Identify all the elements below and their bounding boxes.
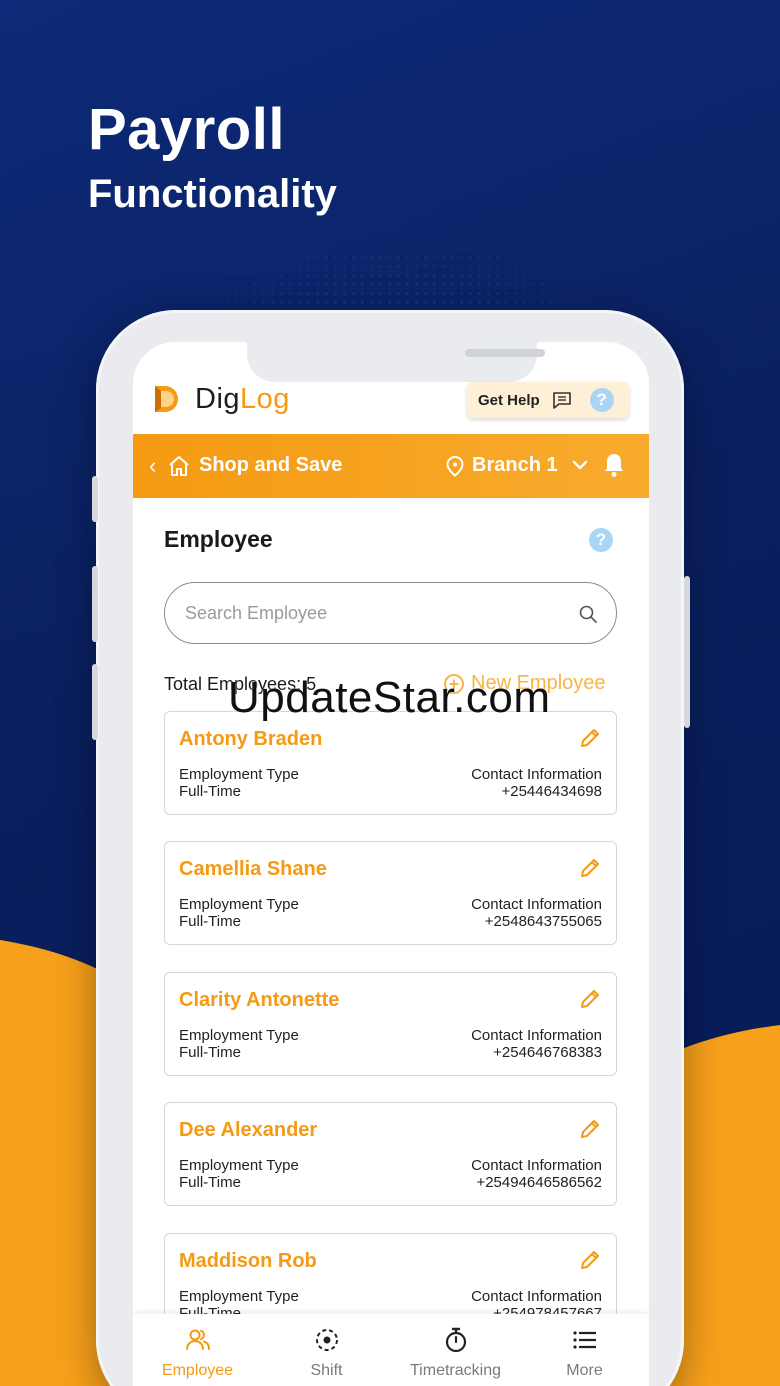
tab-shift[interactable]: Shift (262, 1314, 391, 1386)
help-question-icon: ? (589, 388, 614, 412)
tab-label: Shift (310, 1362, 343, 1379)
search-bar (164, 582, 617, 644)
phone-notch (247, 342, 545, 382)
chat-icon (552, 392, 571, 409)
notification-bell-icon[interactable] (602, 452, 626, 478)
contact-info-label: Contact Information (471, 766, 602, 783)
edit-pencil-icon[interactable] (578, 1248, 602, 1272)
employee-name[interactable]: Maddison Rob (179, 1250, 317, 1273)
contact-phone: +2548643755065 (484, 913, 602, 930)
employee-name[interactable]: Clarity Antonette (179, 989, 339, 1012)
chevron-down-icon[interactable] (571, 456, 589, 474)
search-icon[interactable] (578, 604, 598, 624)
tab-label: Timetracking (410, 1362, 501, 1379)
stopwatch-icon (445, 1327, 466, 1353)
edit-pencil-icon[interactable] (578, 726, 602, 750)
bottom-tab-bar: Employee Shift Timetracking More (133, 1314, 649, 1386)
tab-employee[interactable]: Employee (133, 1314, 262, 1386)
employment-type-value: Full-Time (179, 913, 241, 930)
watermark-text: UpdateStar.com (228, 673, 551, 722)
logo-icon (155, 386, 178, 412)
edit-pencil-icon[interactable] (578, 856, 602, 880)
employment-type-value: Full-Time (179, 1174, 241, 1191)
app-logo: DigLog (151, 382, 290, 416)
employment-type-value: Full-Time (179, 1044, 241, 1061)
employment-type-label: Employment Type (179, 1027, 299, 1044)
employee-card[interactable]: Antony Braden Employment Type Full-Time C… (164, 711, 617, 815)
contact-phone: +25446434698 (501, 783, 602, 800)
phone-side-button (684, 576, 690, 728)
get-help-button[interactable]: Get Help ? (467, 382, 629, 418)
employee-card[interactable]: Dee Alexander Employment Type Full-Time C… (164, 1102, 617, 1206)
tab-label: Employee (161, 1362, 234, 1379)
edit-pencil-icon[interactable] (578, 987, 602, 1011)
contact-info-label: Contact Information (471, 1157, 602, 1174)
employment-type-label: Employment Type (179, 766, 299, 783)
page-title: Employee (164, 526, 273, 552)
phone-side-button (92, 664, 98, 740)
shop-name[interactable]: Shop and Save (199, 454, 342, 477)
employment-type-label: Employment Type (179, 1288, 299, 1305)
branch-selector[interactable]: Branch 1 (472, 454, 558, 477)
employment-type-value: Full-Time (179, 783, 241, 800)
top-nav-bar: ‹ Shop and Save Branch 1 (133, 434, 649, 498)
employee-name[interactable]: Camellia Shane (179, 858, 327, 881)
contact-info-label: Contact Information (471, 896, 602, 913)
logo-text: DigLog (195, 382, 290, 415)
shift-icon (315, 1329, 338, 1351)
page-help-icon[interactable]: ? (589, 528, 613, 552)
edit-pencil-icon[interactable] (578, 1117, 602, 1141)
employee-card[interactable]: Clarity Antonette Employment Type Full-Ti… (164, 972, 617, 1076)
app-screen: DigLog Get Help ? ‹ Shop and Save Branch… (133, 342, 649, 1386)
menu-icon (572, 1331, 596, 1349)
employment-type-label: Employment Type (179, 896, 299, 913)
tab-label: More (566, 1362, 603, 1379)
employee-name[interactable]: Dee Alexander (179, 1119, 317, 1142)
phone-side-button (92, 476, 98, 522)
get-help-label: Get Help (478, 391, 540, 409)
users-icon (185, 1329, 210, 1350)
phone-side-button (92, 566, 98, 642)
search-input[interactable] (185, 602, 565, 624)
location-pin-icon (446, 455, 464, 477)
contact-phone: +25494646586562 (476, 1174, 602, 1191)
employment-type-label: Employment Type (179, 1157, 299, 1174)
contact-phone: +254646768383 (493, 1044, 602, 1061)
contact-info-label: Contact Information (471, 1288, 602, 1305)
tab-more[interactable]: More (520, 1314, 649, 1386)
employee-card[interactable]: Camellia Shane Employment Type Full-Time … (164, 841, 617, 945)
back-chevron-icon[interactable]: ‹ (149, 453, 156, 479)
contact-info-label: Contact Information (471, 1027, 602, 1044)
promo-subtitle: Functionality (88, 172, 337, 216)
employee-name[interactable]: Antony Braden (179, 728, 322, 751)
tab-timetracking[interactable]: Timetracking (391, 1314, 520, 1386)
promo-title: Payroll (88, 97, 285, 162)
home-icon[interactable] (167, 454, 191, 478)
speaker (465, 349, 545, 357)
